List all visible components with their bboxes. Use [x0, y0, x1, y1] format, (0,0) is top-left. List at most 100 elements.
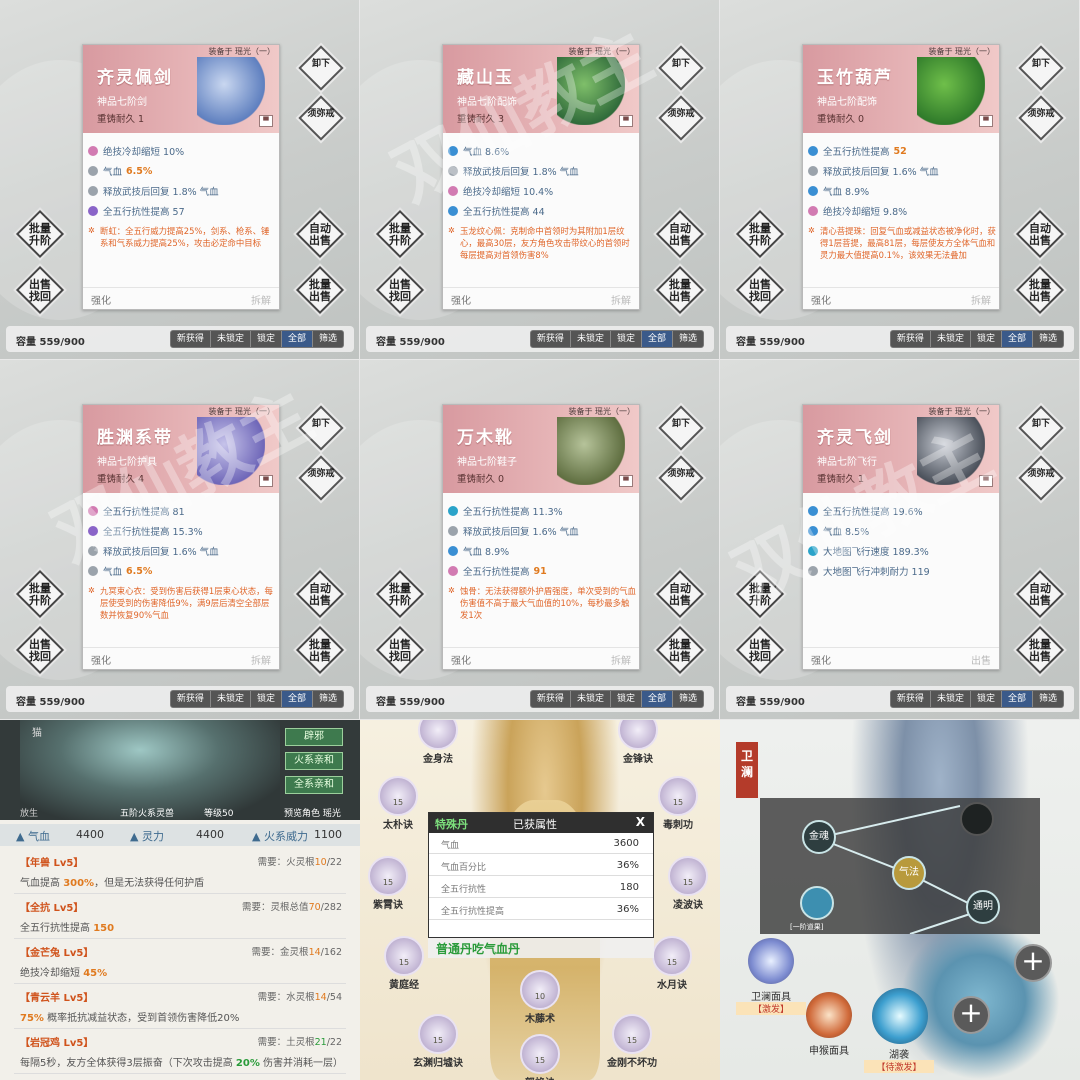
auto-sell-button[interactable]: 自动 出售 [295, 209, 345, 259]
tag-fire-affinity[interactable]: 火系亲和 [285, 752, 343, 770]
filter-new[interactable]: 新获得 [891, 331, 931, 347]
skill-node[interactable]: 金身法 [416, 720, 460, 765]
unequip-button[interactable]: 卸下 [1018, 405, 1064, 451]
filter-all[interactable]: 全部 [281, 331, 313, 347]
sell-retrieve-button[interactable]: 出售 找回 [375, 625, 425, 675]
skill-node[interactable]: 15 玄渊归墟诀 [413, 1014, 463, 1069]
filter-locked[interactable]: 锁定 [251, 691, 282, 707]
filter-all[interactable]: 全部 [1001, 331, 1033, 347]
filter-new[interactable]: 新获得 [171, 691, 211, 707]
filter-unlocked[interactable]: 未锁定 [571, 331, 611, 347]
filter-screen[interactable]: 筛选 [1033, 331, 1063, 347]
batch-upgrade-button[interactable]: 批量 升阶 [15, 209, 65, 259]
skill-node[interactable]: 15 黄庭经 [382, 936, 426, 991]
add-button[interactable]: + [1014, 944, 1052, 982]
filter-screen[interactable]: 筛选 [313, 691, 343, 707]
lock-icon[interactable]: ▀ [259, 475, 273, 487]
skill-node[interactable]: 15 凌波诀 [666, 856, 710, 911]
decompose-button[interactable]: 拆解 [611, 652, 631, 667]
batch-upgrade-button[interactable]: 批量 升阶 [735, 209, 785, 259]
tree-node-qifa[interactable]: 气法 [892, 856, 926, 890]
filter-locked[interactable]: 锁定 [611, 331, 642, 347]
add-button[interactable]: + [952, 996, 990, 1034]
batch-sell-button[interactable]: 批量 出售 [295, 265, 345, 315]
unequip-button[interactable]: 卸下 [298, 405, 344, 451]
skill-node[interactable]: 15 怒焰诀 [518, 1034, 562, 1080]
unequip-button[interactable]: 卸下 [658, 45, 704, 91]
batch-sell-button[interactable]: 批量 出售 [655, 625, 705, 675]
sell-retrieve-button[interactable]: 出售 找回 [735, 625, 785, 675]
skill-node[interactable]: 15 金刚不坏功 [607, 1014, 657, 1069]
filter-all[interactable]: 全部 [281, 691, 313, 707]
skill-node[interactable]: 15 太朴诀 [376, 776, 420, 831]
decompose-button[interactable]: 拆解 [251, 292, 271, 307]
filter-locked[interactable]: 锁定 [251, 331, 282, 347]
xumi-ring-button[interactable]: 须弥戒 [298, 455, 344, 501]
tree-node-tongming[interactable]: 通明 [966, 890, 1000, 924]
batch-sell-button[interactable]: 批量 出售 [1015, 625, 1065, 675]
filter-unlocked[interactable]: 未锁定 [931, 331, 971, 347]
tag-all-affinity[interactable]: 全系亲和 [285, 776, 343, 794]
auto-sell-button[interactable]: 自动 出售 [1015, 209, 1065, 259]
tree-node-first[interactable] [800, 886, 834, 920]
filter-screen[interactable]: 筛选 [673, 691, 703, 707]
strengthen-button[interactable]: 强化 [811, 292, 831, 307]
lock-icon[interactable]: ▀ [259, 115, 273, 127]
auto-sell-button[interactable]: 自动 出售 [295, 569, 345, 619]
batch-upgrade-button[interactable]: 批量 升阶 [375, 209, 425, 259]
filter-unlocked[interactable]: 未锁定 [211, 691, 251, 707]
filter-new[interactable]: 新获得 [531, 331, 571, 347]
filter-unlocked[interactable]: 未锁定 [931, 691, 971, 707]
filter-locked[interactable]: 锁定 [971, 331, 1002, 347]
filter-unlocked[interactable]: 未锁定 [211, 331, 251, 347]
xumi-ring-button[interactable]: 须弥戒 [298, 95, 344, 141]
filter-new[interactable]: 新获得 [891, 691, 931, 707]
filter-new[interactable]: 新获得 [171, 331, 211, 347]
batch-sell-button[interactable]: 批量 出售 [1015, 265, 1065, 315]
filter-locked[interactable]: 锁定 [611, 691, 642, 707]
filter-unlocked[interactable]: 未锁定 [571, 691, 611, 707]
filter-screen[interactable]: 筛选 [1033, 691, 1063, 707]
filter-screen[interactable]: 筛选 [313, 331, 343, 347]
skill-node[interactable]: 15 紫霄诀 [366, 856, 410, 911]
strengthen-button[interactable]: 强化 [451, 652, 471, 667]
xumi-ring-button[interactable]: 须弥戒 [1018, 95, 1064, 141]
lock-icon[interactable]: ▀ [619, 475, 633, 487]
auto-sell-button[interactable]: 自动 出售 [655, 209, 705, 259]
mask-gear-icon[interactable] [748, 938, 794, 984]
filter-locked[interactable]: 锁定 [971, 691, 1002, 707]
lock-icon[interactable]: ▀ [619, 115, 633, 127]
decompose-button[interactable]: 拆解 [971, 292, 991, 307]
batch-upgrade-button[interactable]: 批量 升阶 [735, 569, 785, 619]
strengthen-button[interactable]: 强化 [91, 652, 111, 667]
sell-retrieve-button[interactable]: 出售 找回 [15, 265, 65, 315]
decompose-button[interactable]: 拆解 [611, 292, 631, 307]
close-icon[interactable]: X [636, 815, 645, 829]
skill-node[interactable]: 15 毒刺功 [656, 776, 700, 831]
skill-node[interactable]: 10 木藤术 [518, 970, 562, 1025]
preview-character[interactable]: 预览角色 瑶光 [284, 806, 341, 819]
sell-retrieve-button[interactable]: 出售 找回 [15, 625, 65, 675]
unequip-button[interactable]: 卸下 [298, 45, 344, 91]
strengthen-button[interactable]: 强化 [91, 292, 111, 307]
lake-attack-icon[interactable] [872, 988, 928, 1044]
unequip-button[interactable]: 卸下 [658, 405, 704, 451]
skill-node[interactable]: 15 水月诀 [650, 936, 694, 991]
sell-button[interactable]: 出售 [971, 652, 991, 667]
auto-sell-button[interactable]: 自动 出售 [655, 569, 705, 619]
xumi-ring-button[interactable]: 须弥戒 [1018, 455, 1064, 501]
tag-bixie[interactable]: 辟邪 [285, 728, 343, 746]
monkey-mask-icon[interactable] [806, 992, 852, 1038]
filter-new[interactable]: 新获得 [531, 691, 571, 707]
batch-upgrade-button[interactable]: 批量 升阶 [375, 569, 425, 619]
lock-icon[interactable]: ▀ [979, 475, 993, 487]
tree-node-jinhun[interactable]: 金魂 [802, 820, 836, 854]
xumi-ring-button[interactable]: 须弥戒 [658, 455, 704, 501]
filter-screen[interactable]: 筛选 [673, 331, 703, 347]
lock-icon[interactable]: ▀ [979, 115, 993, 127]
sell-retrieve-button[interactable]: 出售 找回 [735, 265, 785, 315]
skill-node[interactable]: 金锋诀 [616, 720, 660, 765]
batch-upgrade-button[interactable]: 批量 升阶 [15, 569, 65, 619]
strengthen-button[interactable]: 强化 [451, 292, 471, 307]
popup-tab-special-pill[interactable]: 特殊丹 [435, 816, 468, 832]
